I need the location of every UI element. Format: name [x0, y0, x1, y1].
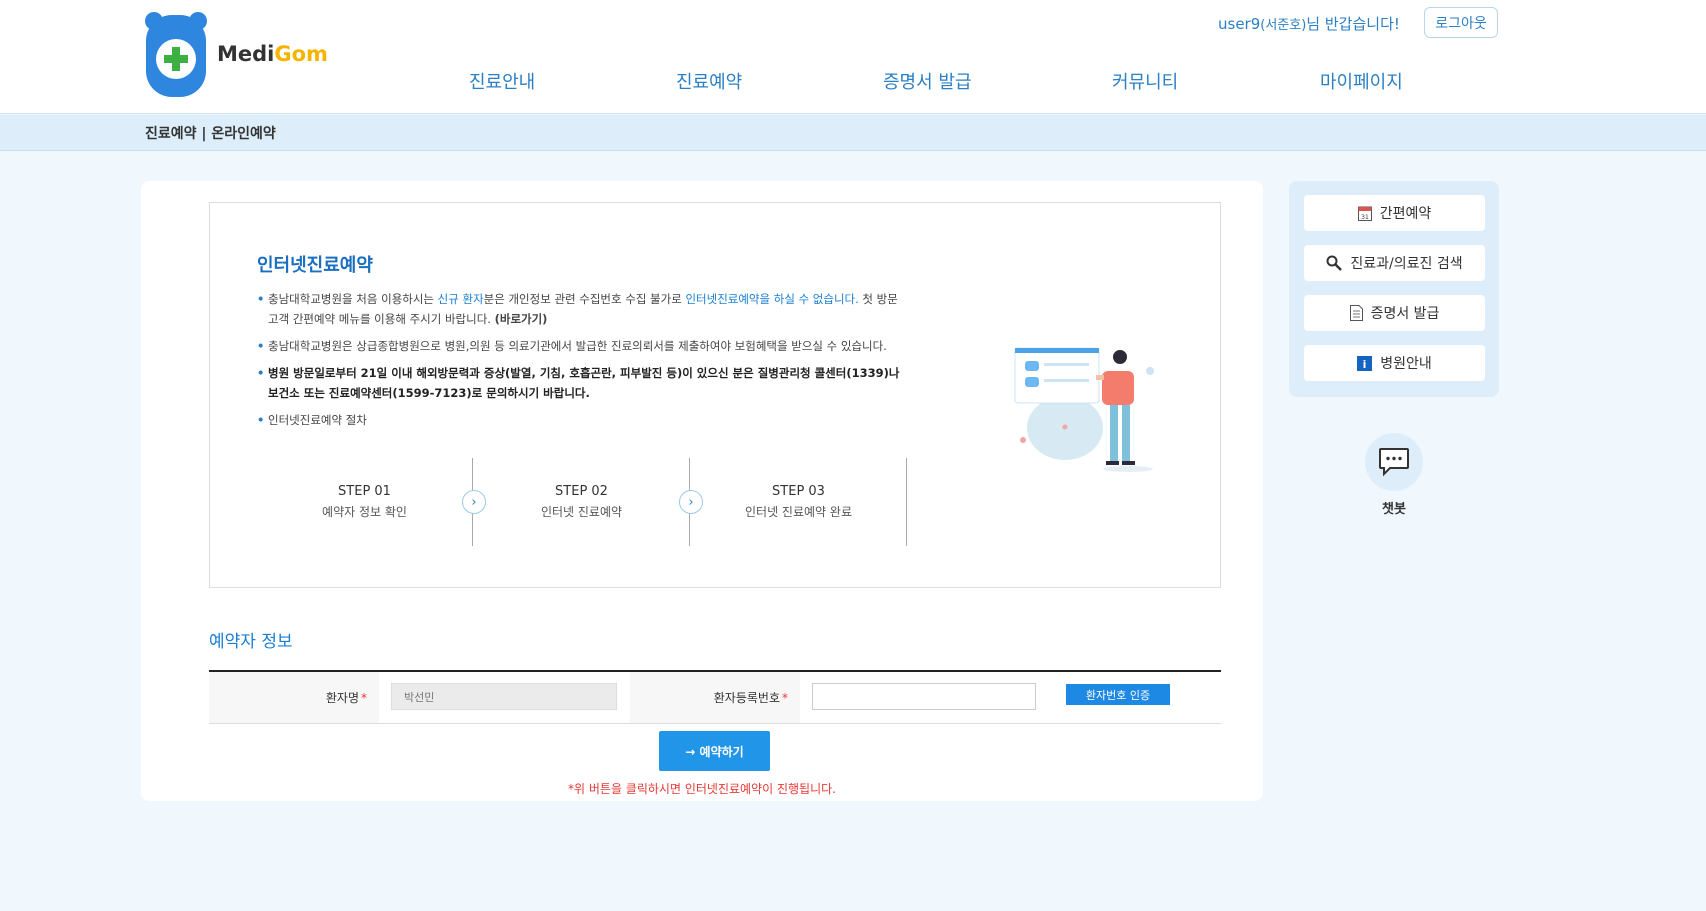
quick-reservation-button[interactable]: 31 간편예약 — [1304, 195, 1485, 231]
svg-text:31: 31 — [1361, 214, 1369, 221]
chat-bubble-icon — [1379, 448, 1409, 477]
patient-reg-number-input[interactable] — [812, 683, 1036, 710]
calendar-icon: 31 — [1357, 206, 1372, 221]
department-doctor-search-button[interactable]: 진료과/의료진 검색 — [1304, 245, 1485, 281]
patient-reg-number-label: 환자등록번호 * — [630, 672, 800, 723]
document-icon — [1349, 305, 1363, 321]
nav-item-reservation[interactable]: 진료예약 — [676, 68, 742, 94]
site-header: MediGom user9(서준호)님 반갑습니다! 로그아웃 진료안내 진료예… — [0, 0, 1706, 114]
patient-name-label: 환자명 * — [209, 672, 379, 723]
nav-item-community[interactable]: 커뮤니티 — [1112, 68, 1178, 94]
bullet-procedure: 인터넷진료예약 절차 — [257, 410, 907, 430]
bullet-referral: 충남대학교병원은 상급종합병원으로 병원,의원 등 의료기관에서 발급한 진료의… — [257, 336, 907, 356]
main-panel: 인터넷진료예약 충남대학교병원을 처음 이용하시는 신규 환자분은 개인정보 관… — [141, 181, 1263, 801]
patient-name-field: 박선민 — [391, 683, 617, 710]
reserver-info-form: 환자명 * 박선민 환자등록번호 * 환자번호 인증 — [209, 670, 1221, 724]
chatbot-button[interactable] — [1365, 433, 1423, 491]
nav-item-certificate[interactable]: 증명서 발급 — [883, 68, 972, 94]
main-nav: 진료안내 진료예약 증명서 발급 커뮤니티 마이페이지 — [0, 68, 1706, 102]
shortcut-link[interactable]: (바로가기) — [495, 312, 548, 326]
chatbot-label: 챗봇 — [1382, 502, 1406, 517]
search-icon — [1326, 255, 1343, 271]
hospital-info-button[interactable]: i 병원안내 — [1304, 345, 1485, 381]
reservation-info-box: 인터넷진료예약 충남대학교병원을 처음 이용하시는 신규 환자분은 개인정보 관… — [209, 202, 1221, 588]
breadcrumb-bar: 진료예약 | 온라인예약 — [0, 115, 1706, 151]
step-2: STEP 02 인터넷 진료예약 — [474, 458, 690, 546]
info-title: 인터넷진료예약 — [257, 255, 373, 276]
info-bullets: 충남대학교병원을 처음 이용하시는 신규 환자분은 개인정보 관련 수집번호 수… — [257, 289, 907, 437]
reservation-steps: STEP 01 예약자 정보 확인 STEP 02 인터넷 진료예약 STEP … — [257, 458, 910, 546]
bullet-new-patient: 충남대학교병원을 처음 이용하시는 신규 환자분은 개인정보 관련 수집번호 수… — [257, 289, 907, 329]
nav-item-mypage[interactable]: 마이페이지 — [1320, 68, 1403, 94]
bullet-overseas-warning: 병원 방문일로부터 21일 이내 해외방문력과 증상(발열, 기침, 호흡곤란,… — [257, 363, 907, 403]
certificate-issue-button[interactable]: 증명서 발급 — [1304, 295, 1485, 331]
user-greeting: user9(서준호)님 반갑습니다! — [1218, 15, 1400, 33]
step-1: STEP 01 예약자 정보 확인 — [257, 458, 473, 546]
quick-menu: 31 간편예약 진료과/의료진 검색 증명서 발급 i 병원안내 — [1289, 181, 1499, 397]
chevron-right-icon: › — [462, 490, 486, 514]
reserve-notice: *위 버튼을 클릭하시면 인터넷진료예약이 진행됩니다. — [568, 782, 836, 796]
nav-item-clinic-info[interactable]: 진료안내 — [469, 68, 535, 94]
info-icon: i — [1357, 355, 1373, 371]
breadcrumb: 진료예약 | 온라인예약 — [145, 126, 276, 142]
logout-button[interactable]: 로그아웃 — [1424, 7, 1498, 38]
logo-text: MediGom — [217, 42, 328, 66]
section-title-reserver-info: 예약자 정보 — [209, 632, 293, 652]
verify-patient-number-button[interactable]: 환자번호 인증 — [1066, 684, 1170, 705]
reservation-illustration — [1014, 347, 1154, 472]
svg-text:i: i — [1363, 358, 1367, 371]
chevron-right-icon: › — [679, 490, 703, 514]
step-3: STEP 03 인터넷 진료예약 완료 — [691, 458, 907, 546]
reserve-button[interactable]: → 예약하기 — [659, 731, 770, 771]
